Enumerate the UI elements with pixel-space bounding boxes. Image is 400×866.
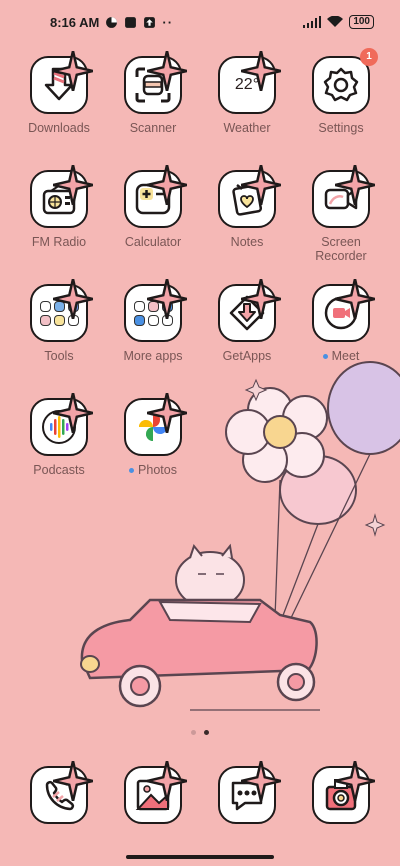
app-label: Settings [318, 121, 364, 135]
status-time: 8:16 AM [50, 14, 100, 30]
page-dot-2-active [204, 730, 209, 735]
notification-badge: 1 [360, 48, 378, 66]
sparkle-icon [53, 165, 93, 205]
app-weather[interactable]: 22° Weather [200, 51, 294, 136]
status-bar: 8:16 AM ·· 100 [0, 0, 400, 44]
app-calculator[interactable]: Calculator [106, 165, 200, 250]
app-folder-tools[interactable]: Tools [12, 279, 106, 364]
folder-icon [124, 279, 187, 342]
gear-icon [323, 67, 359, 102]
sparkle-icon [53, 51, 93, 91]
battery-icon: 100 [349, 15, 374, 29]
sparkle-icon [53, 279, 93, 319]
sparkle-icon [147, 761, 187, 801]
app-getapps[interactable]: GetApps [200, 279, 294, 364]
sparkle-icon [241, 165, 281, 205]
app-label-text: Screen Recorder [315, 235, 367, 263]
sparkle-icon [335, 761, 375, 801]
app-meet[interactable]: Meet [294, 279, 388, 364]
app-notification-icon [125, 16, 137, 28]
dock-phone[interactable] [12, 761, 106, 824]
sparkle-icon [147, 279, 187, 319]
sparkle-icon [147, 51, 187, 91]
upload-notification-icon [144, 16, 156, 28]
cloud-status-icon [106, 16, 118, 28]
app-folder-more-apps[interactable]: More apps [106, 279, 200, 364]
wallpaper-illustration [80, 361, 400, 711]
dock [0, 761, 400, 826]
app-settings[interactable]: 1 Settings [294, 48, 388, 136]
app-notes[interactable]: Notes [200, 165, 294, 250]
sparkle-icon [241, 51, 281, 91]
page-indicator [0, 730, 400, 735]
app-label: FM Radio [31, 235, 87, 249]
sparkle-icon [241, 279, 281, 319]
app-downloads[interactable]: Downloads [12, 51, 106, 136]
page-dot-1 [191, 730, 196, 735]
app-fm-radio[interactable]: FM Radio [12, 165, 106, 250]
app-label: Calculator [124, 235, 182, 249]
dock-camera[interactable] [294, 761, 388, 824]
flower-balloon [225, 387, 328, 483]
sparkle-icon [335, 165, 375, 205]
app-scanner[interactable]: Scanner [106, 51, 200, 136]
sparkle-icon [335, 279, 375, 319]
app-label: Scanner [129, 121, 177, 135]
weather-icon: 22° [218, 51, 281, 114]
sparkle-icon [147, 165, 187, 205]
app-screen-recorder[interactable]: Screen Recorder [294, 165, 388, 263]
app-label: Screen Recorder [294, 235, 388, 263]
signal-icon [303, 16, 322, 28]
dock-gallery[interactable] [106, 761, 200, 824]
sparkle-icon [241, 761, 281, 801]
app-label: Notes [230, 235, 264, 249]
sparkle-icon [53, 761, 93, 801]
dock-messages[interactable] [200, 761, 294, 824]
app-label: Weather [223, 121, 271, 135]
folder-icon [30, 279, 93, 342]
wifi-icon [327, 16, 344, 27]
gesture-home-bar[interactable] [126, 855, 274, 859]
app-label: Downloads [28, 121, 90, 135]
more-dots-icon: ·· [162, 14, 174, 30]
new-app-dot [322, 354, 328, 359]
